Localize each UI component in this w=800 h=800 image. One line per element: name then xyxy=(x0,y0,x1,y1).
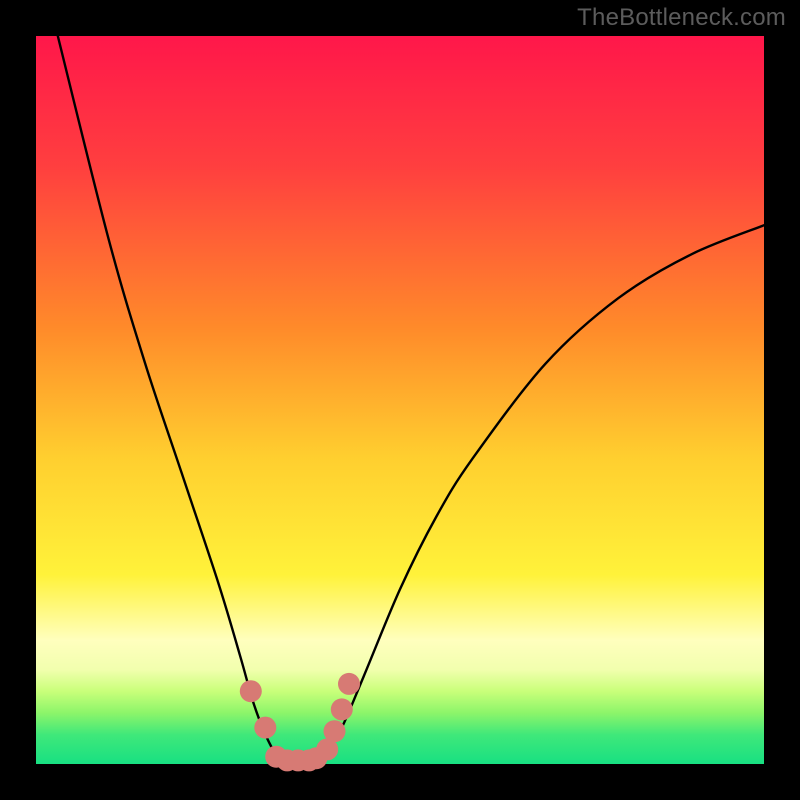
highlight-dot xyxy=(331,698,353,720)
highlight-dot xyxy=(338,673,360,695)
plot-background xyxy=(36,36,764,764)
highlight-dot xyxy=(254,717,276,739)
bottleneck-chart-svg xyxy=(0,0,800,800)
watermark-text: TheBottleneck.com xyxy=(577,4,786,32)
highlight-dot xyxy=(240,680,262,702)
highlight-dot xyxy=(324,720,346,742)
chart-container: TheBottleneck.com xyxy=(0,0,800,800)
